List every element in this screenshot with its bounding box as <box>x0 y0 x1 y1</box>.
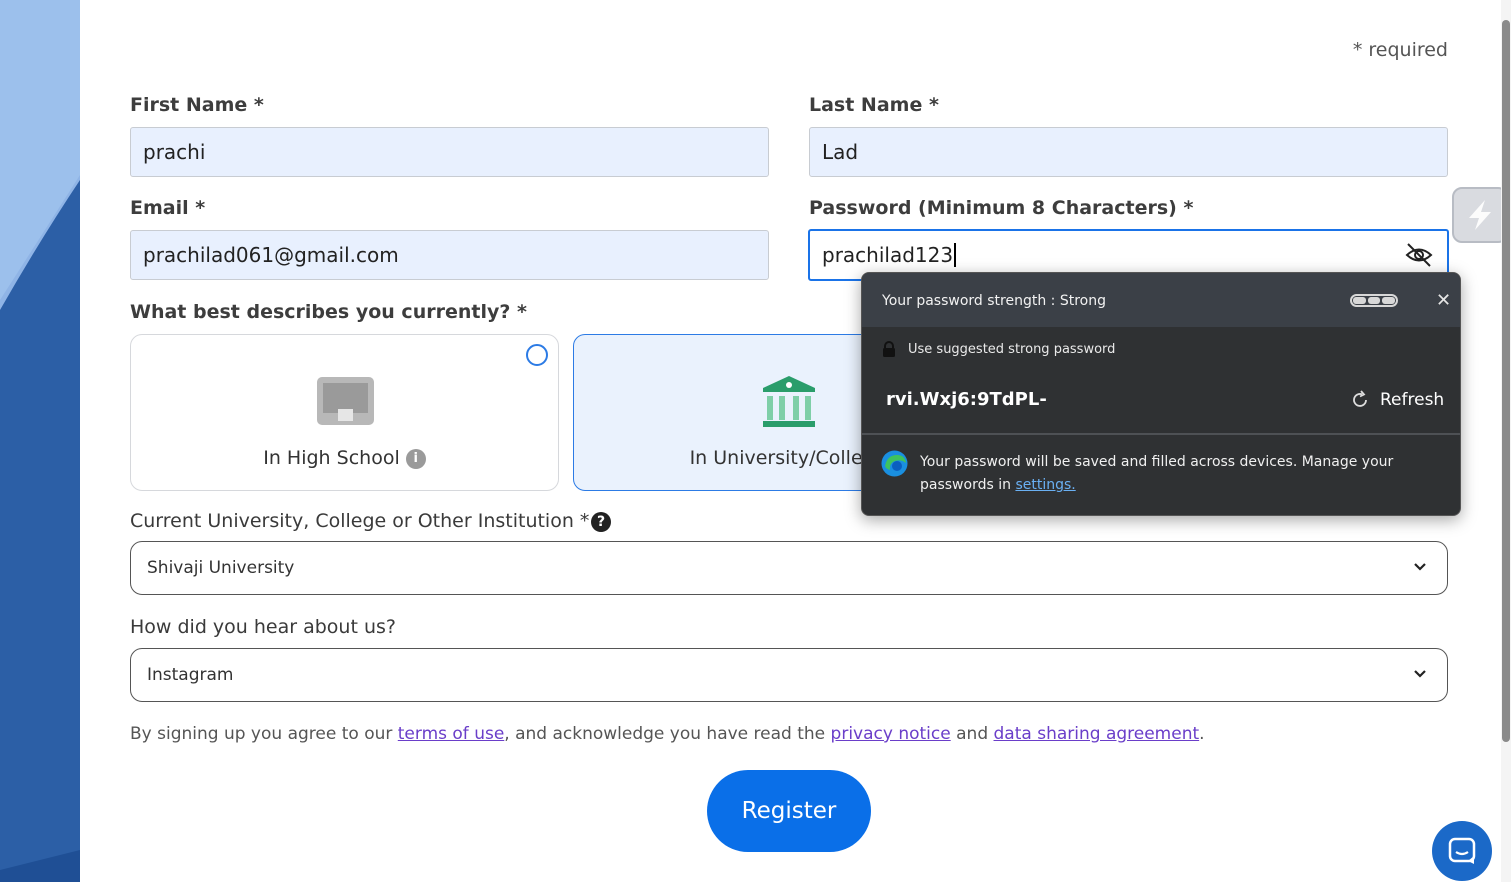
chevron-down-icon <box>1414 670 1426 678</box>
first-name-input[interactable]: prachi <box>130 127 769 177</box>
hide-password-icon[interactable] <box>1404 240 1434 270</box>
refresh-icon <box>1353 390 1367 407</box>
agreement-prefix: By signing up you agree to our <box>130 724 398 744</box>
email-value: prachilad061@gmail.com <box>143 243 399 267</box>
hear-about-value: Instagram <box>147 665 234 685</box>
required-note: * required <box>1352 39 1448 61</box>
hear-about-select[interactable]: Instagram <box>130 648 1448 702</box>
popup-footer: Your password will be saved and filled a… <box>920 451 1445 497</box>
info-icon[interactable]: i <box>405 448 426 469</box>
email-label: Email * <box>130 197 206 219</box>
university-icon <box>763 376 815 427</box>
lightning-icon <box>1469 200 1491 230</box>
close-icon[interactable]: ✕ <box>1436 290 1451 311</box>
first-name-label: First Name * <box>130 94 264 116</box>
suggest-label: Use suggested strong password <box>908 342 1116 357</box>
option-high-school[interactable]: In High School i <box>130 334 559 491</box>
strength-meter-icon <box>1350 294 1398 307</box>
email-input[interactable]: prachilad061@gmail.com <box>130 230 769 280</box>
suggested-password[interactable]: rvi.Wxj6:9TdPL- <box>886 389 1047 410</box>
privacy-notice-link[interactable]: privacy notice <box>831 724 951 744</box>
institution-label: Current University, College or Other Ins… <box>130 510 590 532</box>
last-name-input[interactable]: Lad <box>809 127 1448 177</box>
refresh-button[interactable]: Refresh <box>1350 390 1444 410</box>
high-school-label: In High School <box>263 447 400 469</box>
password-suggestion-popup: Your password strength : Strong ✕ Use su… <box>861 272 1461 516</box>
first-name-value: prachi <box>143 140 206 164</box>
describe-question-label: What best describes you currently? * <box>130 301 527 323</box>
password-label: Password (Minimum 8 Characters) * <box>809 197 1194 219</box>
institution-select[interactable]: Shivaji University <box>130 541 1448 595</box>
agreement-suffix: . <box>1199 724 1205 744</box>
university-label: In University/College <box>689 447 887 469</box>
left-decoration <box>0 0 80 882</box>
extension-widget[interactable] <box>1452 187 1508 243</box>
high-school-label-wrap: In High School i <box>131 447 558 469</box>
help-icon[interactable]: ? <box>591 512 611 532</box>
last-name-label: Last Name * <box>809 94 939 116</box>
chevron-down-icon <box>1414 563 1426 571</box>
agreement-middle: , and acknowledge you have read the <box>504 724 831 744</box>
institution-value: Shivaji University <box>147 558 295 578</box>
popup-divider <box>862 433 1460 435</box>
last-name-value: Lad <box>822 140 859 164</box>
scrollbar-thumb[interactable] <box>1502 20 1510 742</box>
chat-icon <box>1448 837 1476 864</box>
refresh-label: Refresh <box>1380 390 1445 410</box>
settings-link[interactable]: settings. <box>1015 477 1075 493</box>
footer-text: Your password will be saved and filled a… <box>920 454 1394 493</box>
terms-of-use-link[interactable]: terms of use <box>398 724 505 744</box>
school-icon <box>317 377 374 425</box>
lock-icon <box>883 341 895 357</box>
high-school-radio[interactable] <box>526 344 548 366</box>
password-strength-text: Your password strength : Strong <box>882 293 1106 309</box>
password-value: prachilad123 <box>822 243 954 267</box>
hear-about-label: How did you hear about us? <box>130 616 396 638</box>
data-sharing-link[interactable]: data sharing agreement <box>994 724 1200 744</box>
popup-header: Your password strength : Strong ✕ <box>862 273 1460 327</box>
register-button[interactable]: Register <box>707 770 871 852</box>
agreement-text: By signing up you agree to our terms of … <box>130 724 1205 744</box>
agreement-and: and <box>950 724 994 744</box>
chat-launcher[interactable] <box>1432 821 1492 881</box>
edge-browser-icon <box>881 450 908 477</box>
text-caret <box>954 243 957 267</box>
